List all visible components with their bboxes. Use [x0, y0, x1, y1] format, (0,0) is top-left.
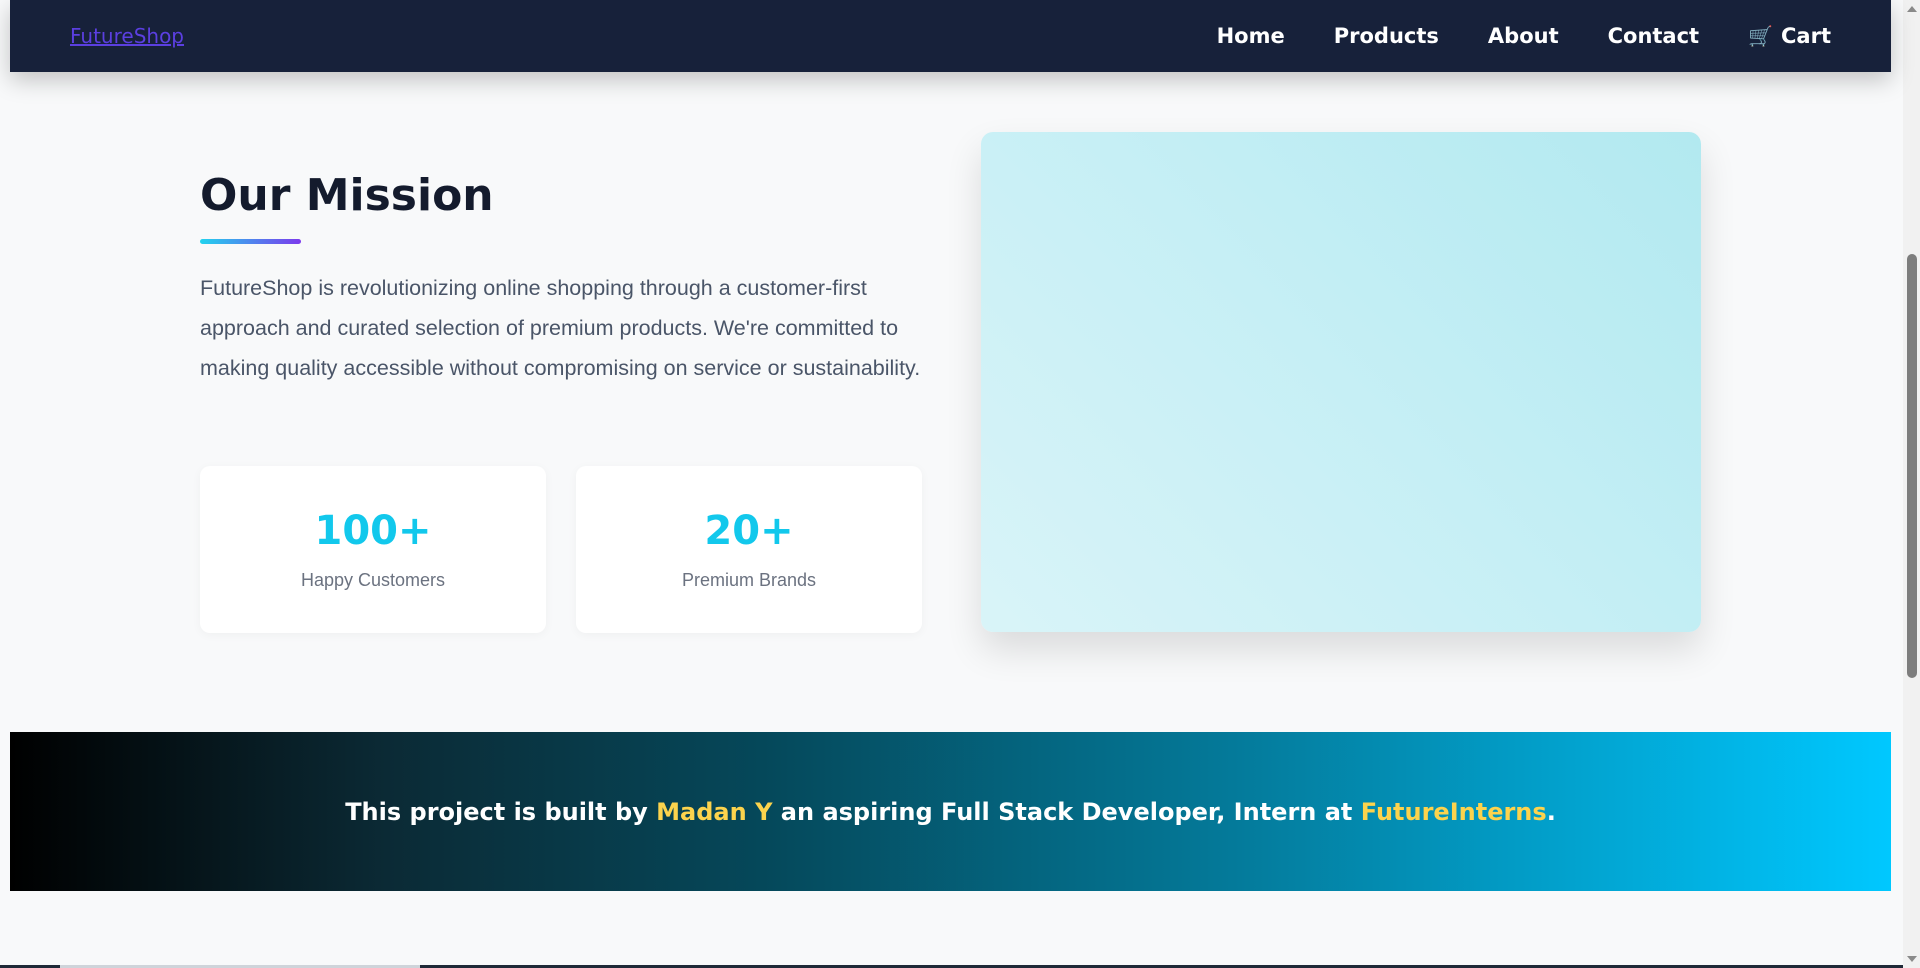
- banner-text: This project is built by Madan Y an aspi…: [345, 798, 1556, 826]
- stat-card-brands: 20+ Premium Brands: [576, 466, 922, 633]
- stat-label: Happy Customers: [300, 570, 446, 590]
- stat-label: Premium Brands: [681, 570, 817, 590]
- nav-contact-link[interactable]: Contact: [1608, 24, 1700, 48]
- nav-links: Home Products About Contact 🛒 Cart: [1168, 24, 1831, 48]
- mission-text: FutureShop is revolutionizing online sho…: [200, 275, 921, 380]
- vertical-scrollbar[interactable]: [1903, 0, 1920, 968]
- nav-about-link[interactable]: About: [1488, 24, 1559, 48]
- org-name: FutureInterns: [1360, 797, 1547, 826]
- stat-card-customers: 100+ Happy Customers: [200, 466, 546, 633]
- credits-banner: This project is built by Madan Y an aspi…: [10, 732, 1891, 891]
- cart-icon: 🛒: [1748, 24, 1774, 48]
- banner-suffix: .: [1546, 797, 1556, 826]
- scroll-down-arrow-icon[interactable]: [1907, 956, 1917, 962]
- stat-number: 20+: [704, 508, 794, 554]
- stats-row: 100+ Happy Customers 20+ Premium Brands: [200, 466, 922, 633]
- brand-logo-link[interactable]: FutureShop: [70, 24, 184, 48]
- stat-number: 100+: [314, 508, 432, 554]
- nav-cart-link[interactable]: 🛒 Cart: [1748, 24, 1831, 48]
- author-name: Madan Y: [656, 797, 773, 826]
- mission-section: Our Mission FutureShop is revolutionizin…: [200, 170, 922, 388]
- banner-prefix: This project is built by: [345, 797, 657, 826]
- navbar: FutureShop Home Products About Contact 🛒…: [10, 0, 1891, 72]
- scroll-up-arrow-icon[interactable]: [1907, 6, 1917, 12]
- page: FutureShop Home Products About Contact 🛒…: [0, 0, 1920, 968]
- nav-products-link[interactable]: Products: [1334, 24, 1439, 48]
- scroll-thumb[interactable]: [1907, 254, 1917, 678]
- cart-label: Cart: [1781, 24, 1831, 48]
- mission-title: Our Mission: [200, 170, 494, 221]
- banner-middle: an aspiring Full Stack Developer, Intern…: [772, 797, 1361, 826]
- mission-image: [981, 132, 1701, 632]
- title-underline: [200, 238, 301, 244]
- nav-home-link[interactable]: Home: [1217, 24, 1285, 48]
